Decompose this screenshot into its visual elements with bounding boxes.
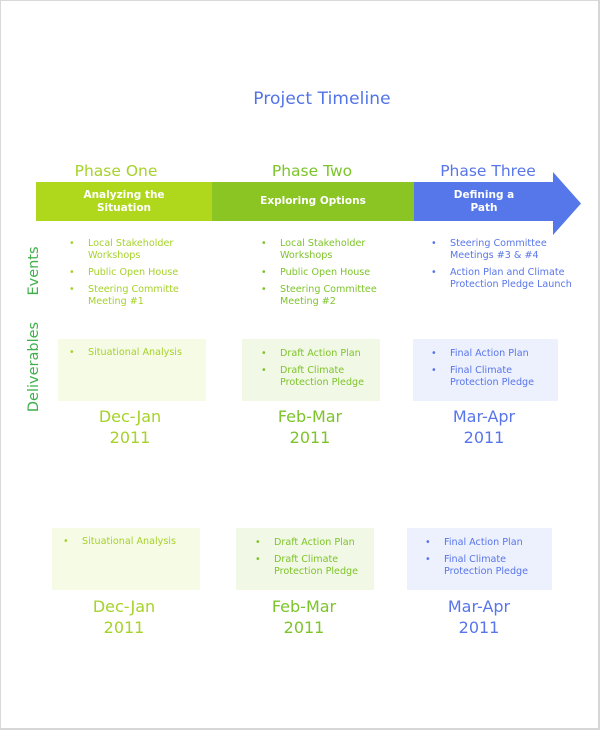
deliverables-list: • Situational Analysis (58, 339, 206, 359)
arrow-head-icon (553, 172, 581, 235)
page-title: Project Timeline (253, 89, 391, 109)
segment-label-line2: Situation (96, 201, 152, 214)
list-item: • Steering Committe Meeting #1 (69, 284, 179, 307)
list-item: • Draft Action Plan (261, 348, 361, 359)
list-item: • Local Stakeholder Workshops (261, 238, 366, 261)
list-item: • Public Open House (261, 267, 371, 278)
list-item: • Steering Committee Meeting #2 (261, 284, 377, 307)
deliverables-list: • Situational Analysis (52, 528, 200, 548)
deliverables-list: • Final Action Plan • Final Climate Protec… (407, 528, 552, 578)
events-list-phase-one: • Local Stakeholder Workshops • Public Ope… (66, 238, 216, 313)
deliverables-box-phase-one-duplicate: • Situational Analysis (52, 528, 200, 590)
timeline-segment-phase-three: Defining a Path (414, 182, 554, 221)
segment-label-line1: Defining a (453, 188, 515, 201)
list-item: • Final Climate Protection Pledge (431, 365, 535, 388)
deliverables-box-phase-three: • Final Action Plan • Final Climate Protec… (413, 339, 558, 401)
date-phase-three: Mar-Apr 2011 (452, 407, 516, 447)
deliverables-list: • Final Action Plan • Final Climate Protec… (413, 339, 558, 389)
list-item: • Draft Climate Protection Pledge (255, 554, 359, 577)
date-phase-one: Dec-Jan 2011 (98, 407, 162, 447)
list-item: • Final Climate Protection Pledge (425, 554, 529, 577)
row-label-events: Events (26, 246, 42, 296)
timeline-segment-phase-one: Analyzing the Situation (36, 182, 212, 221)
date-phase-two-duplicate: Feb-Mar 2011 (271, 597, 337, 637)
list-item: • Steering Committee Meetings #3 & #4 (431, 238, 547, 261)
date-phase-one-duplicate: Dec-Jan 2011 (92, 597, 156, 637)
phase-three-heading: Phase Three (440, 162, 536, 180)
list-item: • Draft Action Plan (255, 537, 355, 548)
segment-label-line2: Path (470, 201, 498, 214)
deliverables-box-phase-one: • Situational Analysis (58, 339, 206, 401)
list-item: • Public Open House (69, 267, 179, 278)
list-item: • Local Stakeholder Workshops (69, 238, 174, 261)
row-label-deliverables: Deliverables (26, 321, 42, 413)
deliverables-box-phase-two-duplicate: • Draft Action Plan • Draft Climate Protec… (236, 528, 374, 590)
deliverables-list: • Draft Action Plan • Draft Climate Protec… (242, 339, 380, 389)
list-item: • Action Plan and Climate Protection Pled… (431, 267, 572, 290)
deliverables-list: • Draft Action Plan • Draft Climate Protec… (236, 528, 374, 578)
list-item: • Final Action Plan (431, 348, 529, 359)
deliverables-box-phase-three-duplicate: • Final Action Plan • Final Climate Protec… (407, 528, 552, 590)
date-phase-two: Feb-Mar 2011 (277, 407, 343, 447)
events-list-phase-two: • Local Stakeholder Workshops • Public Ope… (258, 238, 408, 313)
list-item: • Final Action Plan (425, 537, 523, 548)
phase-one-heading: Phase One (74, 162, 158, 180)
list-item: • Draft Climate Protection Pledge (261, 365, 365, 388)
segment-label-line1: Exploring Options (260, 195, 366, 207)
deliverables-box-phase-two: • Draft Action Plan • Draft Climate Protec… (242, 339, 380, 401)
events-list-phase-three: • Steering Committee Meetings #3 & #4 • Ac… (428, 238, 578, 296)
timeline-segment-phase-two: Exploring Options (212, 182, 414, 221)
list-item: • Situational Analysis (69, 347, 182, 358)
phase-two-heading: Phase Two (271, 162, 353, 180)
segment-label-line1: Analyzing the (83, 188, 165, 201)
date-phase-three-duplicate: Mar-Apr 2011 (447, 597, 511, 637)
list-item: • Situational Analysis (63, 536, 176, 547)
